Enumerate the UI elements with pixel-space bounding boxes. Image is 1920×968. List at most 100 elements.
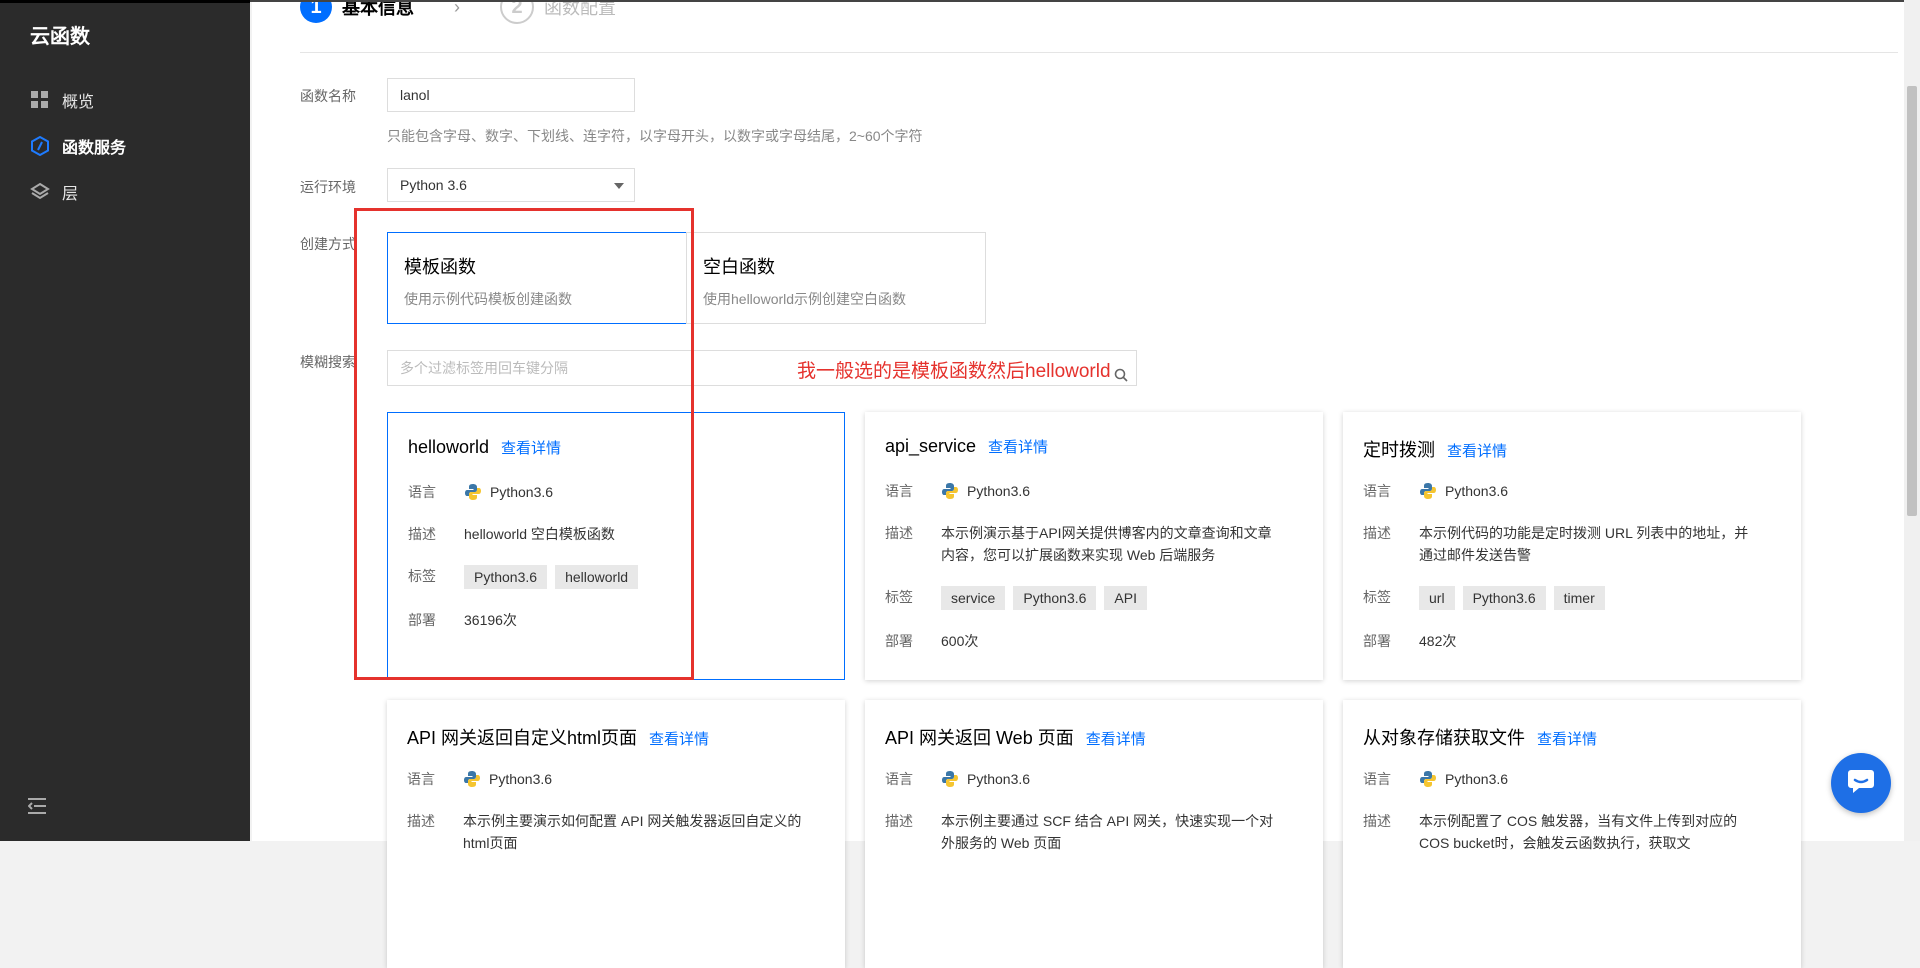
function-icon	[30, 136, 50, 156]
template-title: API 网关返回自定义html页面	[407, 728, 638, 748]
desc-label: 描述	[407, 813, 435, 829]
vertical-scrollbar[interactable]	[1904, 0, 1920, 841]
sidebar-item-label: 函数服务	[62, 140, 127, 157]
fuzzy-search-label: 模糊搜索	[300, 354, 356, 370]
runtime-select[interactable]: Python 3.6	[387, 168, 635, 202]
desc-label: 描述	[408, 526, 436, 542]
deploy-value: 600次	[941, 633, 979, 649]
method-card-template[interactable]: 模板函数 使用示例代码模板创建函数	[387, 232, 687, 324]
template-card-api-custom-html[interactable]: API 网关返回自定义html页面 查看详情 语言 Python3.6 描述 本…	[387, 700, 845, 968]
template-card-helloworld[interactable]: helloworld 查看详情 语言 Python3.6 描述 hellowor…	[387, 412, 845, 680]
desc-value: 本示例配置了 COS 触发器，当有文件上传到对应的 COS bucket时，会触…	[1419, 813, 1738, 851]
runtime-value: Python 3.6	[400, 177, 467, 193]
chat-icon	[1847, 768, 1875, 799]
function-name-input[interactable]: lanol	[387, 78, 635, 112]
template-title: API 网关返回 Web 页面	[885, 728, 1074, 748]
sidebar-item-label: 层	[62, 186, 79, 203]
tag: Python3.6	[464, 565, 548, 589]
tags-label: 标签	[1363, 589, 1391, 605]
lang-value: Python3.6	[490, 484, 554, 500]
tag: helloworld	[555, 565, 639, 589]
tags-label: 标签	[408, 568, 436, 584]
chat-button[interactable]	[1831, 753, 1891, 813]
lang-value: Python3.6	[1445, 483, 1509, 499]
method-card-blank[interactable]: 空白函数 使用helloworld示例创建空白函数	[686, 232, 986, 324]
lang-label: 语言	[408, 484, 436, 500]
method-desc: 使用helloworld示例创建空白函数	[703, 291, 907, 307]
desc-value: 本示例代码的功能是定时拨测 URL 列表中的地址，并通过邮件发送告警	[1419, 525, 1749, 563]
desc-label: 描述	[1363, 813, 1391, 829]
method-desc: 使用示例代码模板创建函数	[404, 291, 572, 307]
lang-value: Python3.6	[489, 771, 553, 787]
lang-label: 语言	[885, 771, 913, 787]
template-card-timer-probe[interactable]: 定时拨测 查看详情 语言 Python3.6 描述 本示例代码的功能是定时拨测 …	[1343, 412, 1801, 680]
python-icon	[463, 770, 481, 788]
python-icon	[941, 482, 959, 500]
search-icon[interactable]	[1114, 360, 1128, 382]
runtime-label: 运行环境	[300, 179, 356, 195]
view-details-link[interactable]: 查看详情	[1447, 440, 1507, 461]
step-1-number: 1	[300, 0, 332, 23]
divider	[300, 52, 1898, 53]
template-title: api_service	[885, 436, 977, 456]
template-title: helloworld	[408, 437, 490, 457]
top-border	[250, 0, 1920, 2]
tags-label: 标签	[885, 589, 913, 605]
tag: url	[1419, 586, 1455, 610]
template-card-cos-get-file[interactable]: 从对象存储获取文件 查看详情 语言 Python3.6 描述 本示例配置了 CO…	[1343, 700, 1801, 968]
sidebar-item-layers[interactable]: 层	[30, 179, 78, 205]
desc-label: 描述	[885, 525, 913, 541]
deploy-label: 部署	[1363, 633, 1391, 649]
step-2-label[interactable]: 函数配置	[544, 0, 616, 20]
tag: Python3.6	[1462, 586, 1546, 610]
view-details-link[interactable]: 查看详情	[1086, 728, 1146, 749]
desc-label: 描述	[885, 813, 913, 829]
main-area: 1 基本信息 › 2 函数配置 函数名称 lanol 只能包含字母、数字、下划线…	[250, 0, 1920, 968]
step-1-label: 基本信息	[342, 0, 414, 18]
content-panel: 1 基本信息 › 2 函数配置 函数名称 lanol 只能包含字母、数字、下划线…	[252, 0, 1905, 968]
lang-label: 语言	[407, 771, 435, 787]
lang-label: 语言	[1363, 771, 1391, 787]
deploy-label: 部署	[408, 612, 436, 628]
python-icon	[1419, 770, 1437, 788]
tag: service	[941, 586, 1006, 610]
function-name-label: 函数名称	[300, 88, 356, 104]
grid-icon	[30, 90, 50, 110]
tag: Python3.6	[1013, 586, 1097, 610]
python-icon	[1419, 482, 1437, 500]
method-title: 空白函数	[703, 257, 775, 277]
deploy-value: 36196次	[464, 612, 517, 628]
steps: 1 基本信息 › 2 函数配置	[300, 0, 616, 26]
template-card-api-service[interactable]: api_service 查看详情 语言 Python3.6 描述 本示例演示基于…	[865, 412, 1323, 680]
sidebar-item-functions[interactable]: 函数服务	[30, 133, 126, 159]
tag: API	[1104, 586, 1147, 610]
view-details-link[interactable]: 查看详情	[501, 437, 561, 458]
sidebar-item-label: 概览	[62, 94, 95, 111]
scrollbar-thumb[interactable]	[1907, 86, 1917, 516]
view-details-link[interactable]: 查看详情	[1537, 728, 1597, 749]
lang-label: 语言	[885, 483, 913, 499]
deploy-value: 482次	[1419, 633, 1457, 649]
sidebar: 云函数 概览 函数服务 层	[0, 0, 250, 841]
search-placeholder: 多个过滤标签用回车键分隔	[400, 360, 568, 376]
python-icon	[464, 483, 482, 501]
desc-value: 本示例主要演示如何配置 API 网关触发器返回自定义的html页面	[463, 813, 802, 851]
app-title: 云函数	[30, 26, 90, 48]
desc-value: 本示例主要通过 SCF 结合 API 网关，快速实现一个对外服务的 Web 页面	[941, 813, 1274, 851]
sidebar-item-overview[interactable]: 概览	[30, 87, 94, 113]
function-name-hint: 只能包含字母、数字、下划线、连字符，以字母开头，以数字或字母结尾，2~60个字符	[387, 128, 923, 144]
view-details-link[interactable]: 查看详情	[649, 728, 709, 749]
deploy-label: 部署	[885, 633, 913, 649]
template-title: 从对象存储获取文件	[1363, 728, 1525, 748]
method-title: 模板函数	[404, 257, 476, 277]
python-icon	[941, 770, 959, 788]
creation-method-label: 创建方式	[300, 236, 356, 252]
lang-label: 语言	[1363, 483, 1391, 499]
layers-icon	[30, 182, 50, 202]
sidebar-top-line	[0, 0, 250, 3]
view-details-link[interactable]: 查看详情	[988, 436, 1048, 457]
step-2-number: 2	[500, 0, 534, 24]
collapse-menu-icon[interactable]	[27, 797, 50, 819]
template-card-api-web-page[interactable]: API 网关返回 Web 页面 查看详情 语言 Python3.6 描述 本示例…	[865, 700, 1323, 968]
desc-value: 本示例演示基于API网关提供博客内的文章查询和文章内容，您可以扩展函数来实现 W…	[941, 525, 1272, 563]
